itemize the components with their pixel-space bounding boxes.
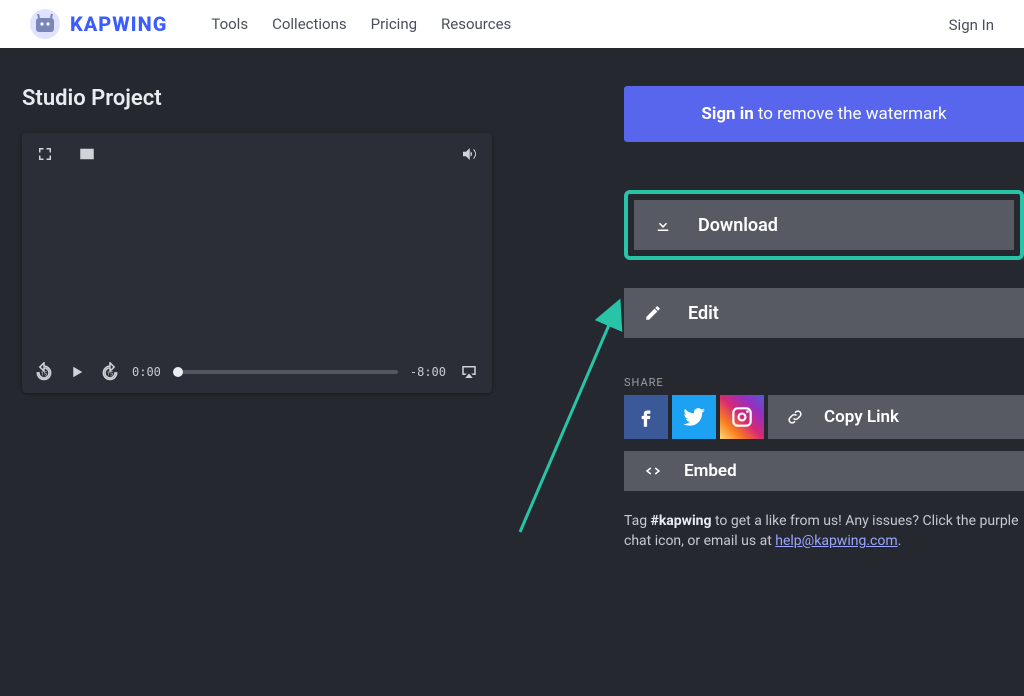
instagram-icon: [729, 404, 755, 430]
facebook-icon: [633, 404, 659, 430]
play-icon[interactable]: [66, 361, 88, 383]
pencil-icon: [644, 304, 662, 322]
top-nav: KAPWING Tools Collections Pricing Resour…: [0, 0, 1024, 48]
share-instagram[interactable]: [720, 395, 764, 439]
brand-logo[interactable]: KAPWING: [30, 9, 167, 39]
nav-resources[interactable]: Resources: [441, 15, 511, 33]
download-highlight: Download: [624, 190, 1024, 260]
svg-text:15: 15: [107, 371, 114, 377]
video-player[interactable]: 15 15 0:00 -8:00: [22, 133, 492, 393]
nav-pricing[interactable]: Pricing: [371, 15, 417, 33]
share-facebook[interactable]: [624, 395, 668, 439]
brand-name: KAPWING: [70, 12, 167, 36]
download-label: Download: [698, 215, 778, 236]
signin-banner-strong: Sign in: [701, 104, 753, 124]
remaining-time: -8:00: [410, 365, 446, 379]
fullscreen-icon[interactable]: [34, 143, 56, 165]
embed-button[interactable]: Embed: [624, 451, 1024, 491]
seek-bar[interactable]: [173, 370, 398, 374]
copy-link-button[interactable]: Copy Link: [768, 395, 1024, 439]
nav-signin[interactable]: Sign In: [949, 16, 994, 34]
footnote-tag: #kapwing: [651, 513, 712, 529]
signin-banner-text: to remove the watermark: [758, 104, 947, 124]
rewind-15-icon[interactable]: 15: [34, 362, 54, 382]
footnote-pre: Tag: [624, 513, 651, 529]
nav-links: Tools Collections Pricing Resources: [211, 15, 511, 33]
code-icon: [644, 462, 662, 480]
nav-tools[interactable]: Tools: [211, 15, 248, 33]
download-icon: [654, 216, 672, 234]
pip-icon[interactable]: [76, 143, 98, 165]
embed-label: Embed: [684, 461, 737, 481]
copy-link-label: Copy Link: [824, 407, 899, 427]
edit-button[interactable]: Edit: [624, 288, 1024, 338]
footnote: Tag #kapwing to get a like from us! Any …: [624, 511, 1024, 552]
signin-banner[interactable]: Sign in to remove the watermark: [624, 86, 1024, 142]
nav-collections[interactable]: Collections: [272, 15, 347, 33]
share-twitter[interactable]: [672, 395, 716, 439]
annotation-arrow-icon: [500, 282, 640, 542]
logo-mark-icon: [30, 9, 60, 39]
edit-label: Edit: [688, 303, 719, 324]
link-icon: [786, 408, 804, 426]
help-email-link[interactable]: help@kapwing.com: [775, 533, 897, 549]
footnote-post: .: [898, 533, 902, 549]
svg-text:15: 15: [41, 371, 48, 377]
share-heading: SHARE: [624, 376, 1024, 389]
volume-icon[interactable]: [458, 143, 480, 165]
airplay-icon[interactable]: [458, 361, 480, 383]
forward-15-icon[interactable]: 15: [100, 362, 120, 382]
current-time: 0:00: [132, 365, 161, 379]
twitter-icon: [681, 404, 707, 430]
download-button[interactable]: Download: [634, 200, 1014, 250]
page-title: Studio Project: [22, 86, 502, 111]
